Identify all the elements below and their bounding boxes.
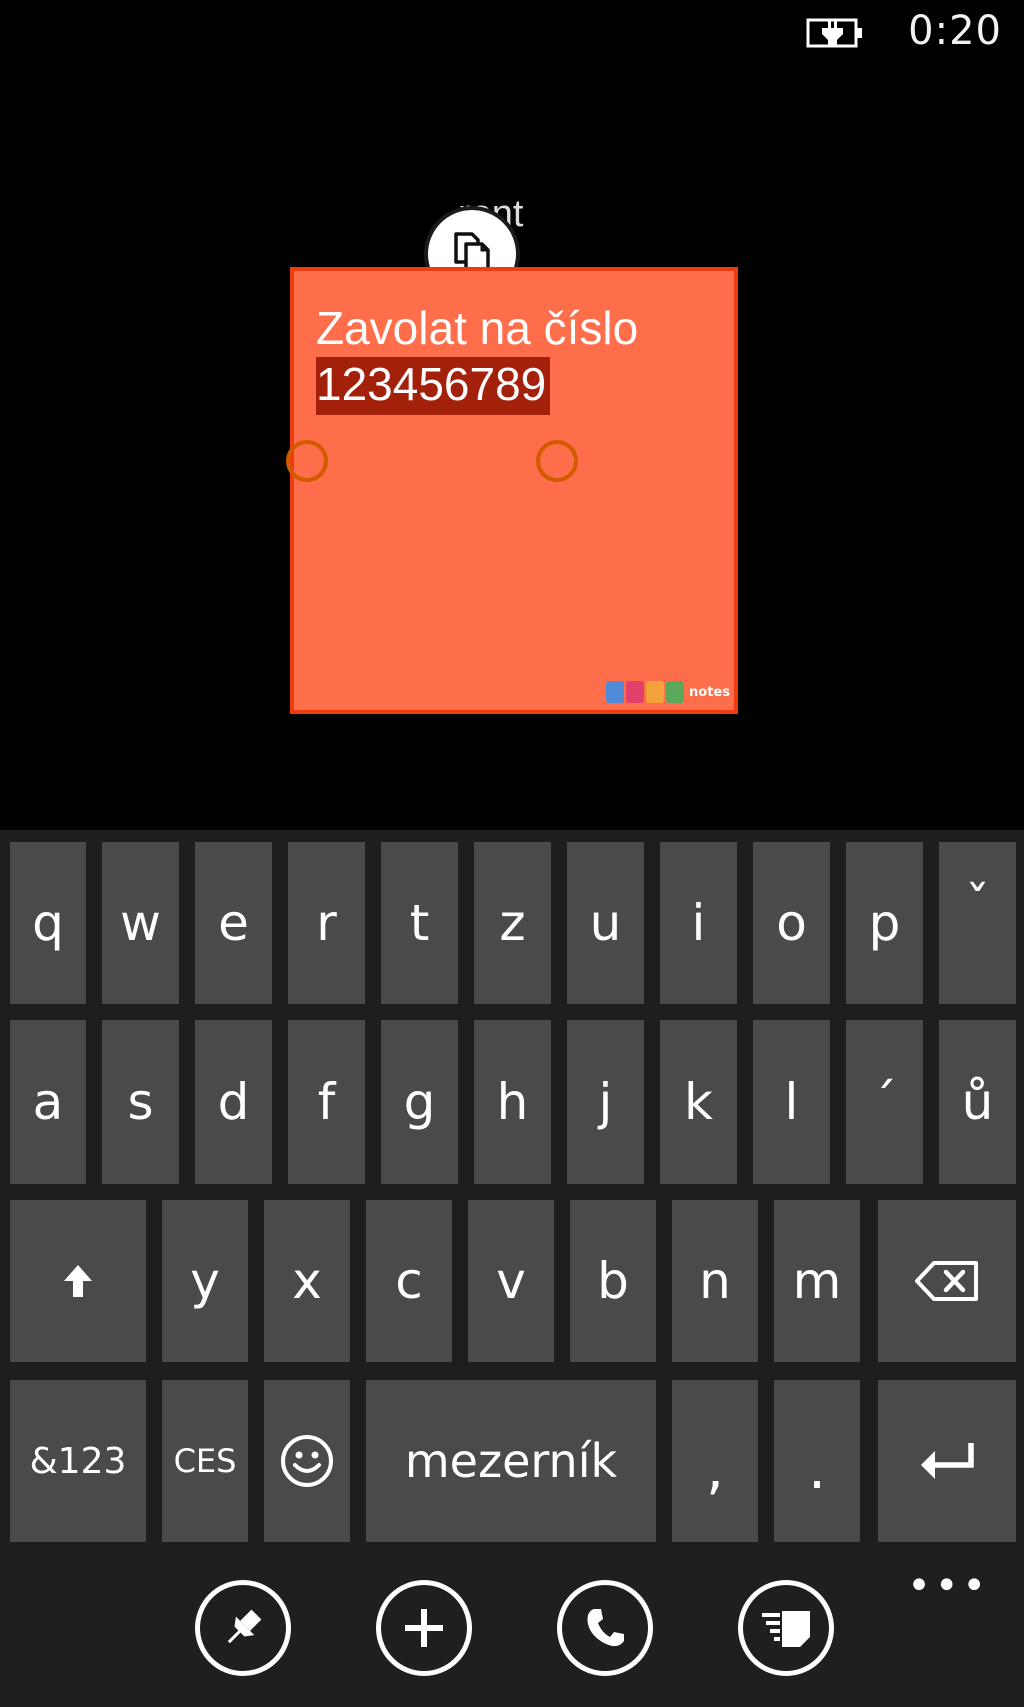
key-c[interactable]: c [366, 1200, 452, 1362]
key-e[interactable]: e [195, 842, 272, 1004]
battery-charging-icon [806, 18, 862, 48]
symbols-key[interactable]: &123 [10, 1380, 146, 1542]
key-s[interactable]: s [102, 1020, 179, 1184]
sticky-note[interactable]: Zavolat na číslo 123456789 notes [286, 267, 738, 714]
key-w[interactable]: w [102, 842, 179, 1004]
enter-key[interactable] [878, 1380, 1016, 1542]
key-h[interactable]: h [474, 1020, 551, 1184]
enter-icon [921, 1443, 974, 1479]
note-text-line-1[interactable]: Zavolat na číslo [316, 301, 638, 355]
on-screen-keyboard: q w e r t z u i o p ˇ a s d f g h j k l … [0, 830, 1024, 1554]
key-m[interactable]: m [774, 1200, 860, 1362]
key-l[interactable]: l [753, 1020, 830, 1184]
logo-square-orange [646, 681, 665, 703]
pin-button[interactable] [195, 1580, 291, 1676]
clock: 0:20 [908, 8, 1002, 54]
selection-handle-end[interactable] [536, 440, 578, 482]
note-selected-text[interactable]: 123456789 [316, 357, 551, 415]
logo-square-blue [606, 681, 625, 703]
key-y[interactable]: y [162, 1200, 248, 1362]
call-button[interactable] [557, 1580, 653, 1676]
key-u-ring[interactable]: ů [939, 1020, 1016, 1184]
key-d[interactable]: d [195, 1020, 272, 1184]
add-note-button[interactable] [376, 1580, 472, 1676]
key-a[interactable]: a [10, 1020, 86, 1184]
comma-key[interactable]: , [672, 1380, 758, 1542]
key-t[interactable]: t [381, 842, 458, 1004]
period-key[interactable]: . [774, 1380, 860, 1542]
key-j[interactable]: j [567, 1020, 644, 1184]
smiley-icon [281, 1435, 333, 1487]
selection-handle-start[interactable] [286, 440, 328, 482]
phone-icon [587, 1609, 624, 1647]
key-i[interactable]: i [660, 842, 737, 1004]
logo-text: notes [689, 684, 730, 700]
key-q[interactable]: q [10, 842, 86, 1004]
key-k[interactable]: k [660, 1020, 737, 1184]
key-u[interactable]: u [567, 842, 644, 1004]
app-logo: notes [606, 680, 730, 704]
key-o[interactable]: o [753, 842, 830, 1004]
logo-square-pink [626, 681, 645, 703]
pin-icon [227, 1609, 262, 1644]
more-options-button[interactable]: ••• [907, 1566, 990, 1606]
key-b[interactable]: b [570, 1200, 656, 1362]
key-x[interactable]: x [264, 1200, 350, 1362]
key-r[interactable]: r [288, 842, 365, 1004]
key-v[interactable]: v [468, 1200, 554, 1362]
key-n[interactable]: n [672, 1200, 758, 1362]
backspace-key[interactable] [878, 1200, 1016, 1362]
app-bar: ••• [0, 1554, 1024, 1707]
add-icon [405, 1609, 443, 1647]
backspace-icon [915, 1261, 978, 1301]
key-caron[interactable]: ˇ [939, 842, 1016, 1004]
key-f[interactable]: f [288, 1020, 365, 1184]
status-bar: 0:20 [0, 0, 1024, 70]
logo-square-green [666, 681, 685, 703]
key-z[interactable]: z [474, 842, 551, 1004]
shift-key[interactable] [10, 1200, 146, 1362]
shift-arrow-icon [64, 1265, 92, 1297]
emoji-key[interactable] [264, 1380, 350, 1542]
language-key[interactable]: CES [162, 1380, 248, 1542]
key-acute[interactable]: ´ [846, 1020, 923, 1184]
notes-list-icon [762, 1611, 810, 1647]
key-g[interactable]: g [381, 1020, 458, 1184]
space-key[interactable]: mezerník [366, 1380, 656, 1542]
key-p[interactable]: p [846, 842, 923, 1004]
notes-list-button[interactable] [738, 1580, 834, 1676]
